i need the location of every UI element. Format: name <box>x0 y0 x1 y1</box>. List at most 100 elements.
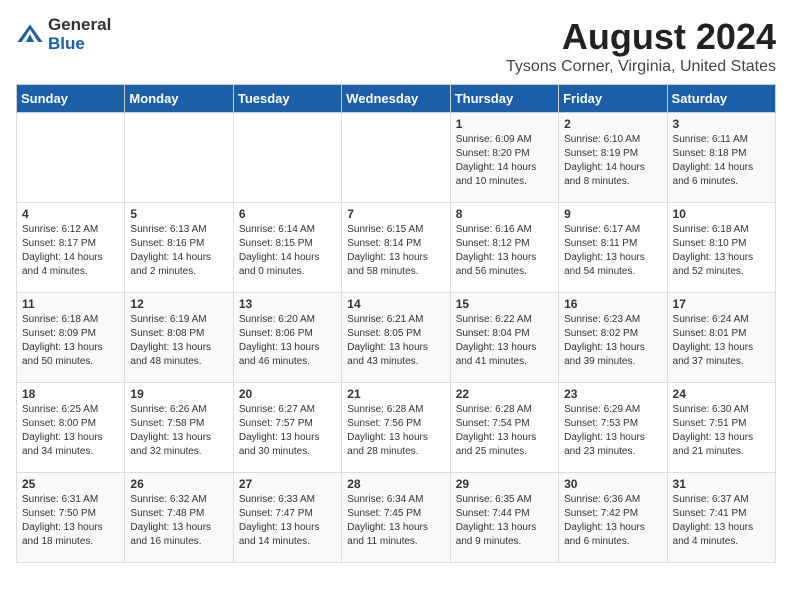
day-number: 8 <box>456 207 553 221</box>
day-number: 25 <box>22 477 119 491</box>
location-text: Tysons Corner, Virginia, United States <box>506 58 776 76</box>
logo: General Blue <box>16 16 111 53</box>
logo-blue: Blue <box>48 35 111 54</box>
day-number: 17 <box>673 297 770 311</box>
calendar-week-5: 25 Sunrise: 6:31 AM Sunset: 7:50 PM Dayli… <box>17 473 776 563</box>
calendar-cell: 27 Sunrise: 6:33 AM Sunset: 7:47 PM Dayli… <box>233 473 341 563</box>
calendar-cell <box>125 113 233 203</box>
day-number: 1 <box>456 117 553 131</box>
calendar-cell: 13Sunrise: 6:20 AM Sunset: 8:06 PM Dayli… <box>233 293 341 383</box>
day-number: 31 <box>673 477 770 491</box>
day-info: Sunrise: 6:36 AM Sunset: 7:42 PM Dayligh… <box>564 493 661 549</box>
day-info: Sunrise: 6:18 AM Sunset: 8:10 PM Dayligh… <box>673 223 770 279</box>
calendar-cell: 17 Sunrise: 6:24 AM Sunset: 8:01 PM Dayli… <box>667 293 775 383</box>
day-info: Sunrise: 6:32 AM Sunset: 7:48 PM Dayligh… <box>130 493 227 549</box>
day-info: Sunrise: 6:30 AM Sunset: 7:51 PM Dayligh… <box>673 403 770 459</box>
day-info: Sunrise: 6:18 AM Sunset: 8:09 PM Dayligh… <box>22 313 119 369</box>
day-info: Sunrise: 6:24 AM Sunset: 8:01 PM Dayligh… <box>673 313 770 369</box>
header-day-saturday: Saturday <box>667 85 775 113</box>
calendar-cell: 1Sunrise: 6:09 AM Sunset: 8:20 PM Daylig… <box>450 113 558 203</box>
day-number: 27 <box>239 477 336 491</box>
day-info: Sunrise: 6:15 AM Sunset: 8:14 PM Dayligh… <box>347 223 444 279</box>
day-info: Sunrise: 6:11 AM Sunset: 8:18 PM Dayligh… <box>673 133 770 189</box>
day-info: Sunrise: 6:28 AM Sunset: 7:54 PM Dayligh… <box>456 403 553 459</box>
day-info: Sunrise: 6:28 AM Sunset: 7:56 PM Dayligh… <box>347 403 444 459</box>
calendar-cell <box>233 113 341 203</box>
day-info: Sunrise: 6:22 AM Sunset: 8:04 PM Dayligh… <box>456 313 553 369</box>
day-info: Sunrise: 6:13 AM Sunset: 8:16 PM Dayligh… <box>130 223 227 279</box>
header-day-tuesday: Tuesday <box>233 85 341 113</box>
header-day-friday: Friday <box>559 85 667 113</box>
day-number: 10 <box>673 207 770 221</box>
day-info: Sunrise: 6:19 AM Sunset: 8:08 PM Dayligh… <box>130 313 227 369</box>
calendar-cell: 24 Sunrise: 6:30 AM Sunset: 7:51 PM Dayli… <box>667 383 775 473</box>
day-info: Sunrise: 6:35 AM Sunset: 7:44 PM Dayligh… <box>456 493 553 549</box>
calendar-cell: 18 Sunrise: 6:25 AM Sunset: 8:00 PM Dayli… <box>17 383 125 473</box>
day-info: Sunrise: 6:37 AM Sunset: 7:41 PM Dayligh… <box>673 493 770 549</box>
header-day-wednesday: Wednesday <box>342 85 450 113</box>
calendar-cell: 10 Sunrise: 6:18 AM Sunset: 8:10 PM Dayli… <box>667 203 775 293</box>
day-info: Sunrise: 6:10 AM Sunset: 8:19 PM Dayligh… <box>564 133 661 189</box>
calendar-header: SundayMondayTuesdayWednesdayThursdayFrid… <box>17 85 776 113</box>
day-info: Sunrise: 6:27 AM Sunset: 7:57 PM Dayligh… <box>239 403 336 459</box>
logo-text: General Blue <box>48 16 111 53</box>
day-number: 26 <box>130 477 227 491</box>
day-number: 3 <box>673 117 770 131</box>
calendar-cell: 12 Sunrise: 6:19 AM Sunset: 8:08 PM Dayli… <box>125 293 233 383</box>
header-row: SundayMondayTuesdayWednesdayThursdayFrid… <box>17 85 776 113</box>
calendar-cell: 6 Sunrise: 6:14 AM Sunset: 8:15 PM Daylig… <box>233 203 341 293</box>
day-number: 7 <box>347 207 444 221</box>
calendar-cell: 11 Sunrise: 6:18 AM Sunset: 8:09 PM Dayli… <box>17 293 125 383</box>
logo-icon <box>16 21 44 49</box>
day-info: Sunrise: 6:23 AM Sunset: 8:02 PM Dayligh… <box>564 313 661 369</box>
day-number: 28 <box>347 477 444 491</box>
calendar-week-3: 11 Sunrise: 6:18 AM Sunset: 8:09 PM Dayli… <box>17 293 776 383</box>
day-info: Sunrise: 6:21 AM Sunset: 8:05 PM Dayligh… <box>347 313 444 369</box>
logo-general: General <box>48 16 111 35</box>
day-number: 21 <box>347 387 444 401</box>
day-info: Sunrise: 6:33 AM Sunset: 7:47 PM Dayligh… <box>239 493 336 549</box>
day-info: Sunrise: 6:12 AM Sunset: 8:17 PM Dayligh… <box>22 223 119 279</box>
day-number: 11 <box>22 297 119 311</box>
calendar-cell <box>342 113 450 203</box>
calendar-cell: 31 Sunrise: 6:37 AM Sunset: 7:41 PM Dayli… <box>667 473 775 563</box>
day-info: Sunrise: 6:16 AM Sunset: 8:12 PM Dayligh… <box>456 223 553 279</box>
calendar-cell: 23Sunrise: 6:29 AM Sunset: 7:53 PM Dayli… <box>559 383 667 473</box>
header-day-sunday: Sunday <box>17 85 125 113</box>
day-info: Sunrise: 6:25 AM Sunset: 8:00 PM Dayligh… <box>22 403 119 459</box>
day-number: 5 <box>130 207 227 221</box>
calendar-table: SundayMondayTuesdayWednesdayThursdayFrid… <box>16 84 776 563</box>
calendar-cell <box>17 113 125 203</box>
calendar-cell: 26 Sunrise: 6:32 AM Sunset: 7:48 PM Dayli… <box>125 473 233 563</box>
day-number: 13 <box>239 297 336 311</box>
calendar-cell: 3 Sunrise: 6:11 AM Sunset: 8:18 PM Daylig… <box>667 113 775 203</box>
day-number: 22 <box>456 387 553 401</box>
day-number: 18 <box>22 387 119 401</box>
calendar-cell: 16Sunrise: 6:23 AM Sunset: 8:02 PM Dayli… <box>559 293 667 383</box>
calendar-week-2: 4 Sunrise: 6:12 AM Sunset: 8:17 PM Daylig… <box>17 203 776 293</box>
day-number: 23 <box>564 387 661 401</box>
calendar-cell: 2 Sunrise: 6:10 AM Sunset: 8:19 PM Daylig… <box>559 113 667 203</box>
calendar-cell: 29 Sunrise: 6:35 AM Sunset: 7:44 PM Dayli… <box>450 473 558 563</box>
calendar-cell: 28 Sunrise: 6:34 AM Sunset: 7:45 PM Dayli… <box>342 473 450 563</box>
calendar-cell: 4 Sunrise: 6:12 AM Sunset: 8:17 PM Daylig… <box>17 203 125 293</box>
day-number: 4 <box>22 207 119 221</box>
day-number: 2 <box>564 117 661 131</box>
calendar-week-4: 18 Sunrise: 6:25 AM Sunset: 8:00 PM Dayli… <box>17 383 776 473</box>
day-info: Sunrise: 6:34 AM Sunset: 7:45 PM Dayligh… <box>347 493 444 549</box>
day-number: 9 <box>564 207 661 221</box>
day-number: 24 <box>673 387 770 401</box>
day-number: 14 <box>347 297 444 311</box>
calendar-week-1: 1Sunrise: 6:09 AM Sunset: 8:20 PM Daylig… <box>17 113 776 203</box>
calendar-cell: 25 Sunrise: 6:31 AM Sunset: 7:50 PM Dayli… <box>17 473 125 563</box>
calendar-body: 1Sunrise: 6:09 AM Sunset: 8:20 PM Daylig… <box>17 113 776 563</box>
day-info: Sunrise: 6:14 AM Sunset: 8:15 PM Dayligh… <box>239 223 336 279</box>
day-number: 30 <box>564 477 661 491</box>
day-number: 6 <box>239 207 336 221</box>
calendar-cell: 22 Sunrise: 6:28 AM Sunset: 7:54 PM Dayli… <box>450 383 558 473</box>
day-number: 12 <box>130 297 227 311</box>
day-info: Sunrise: 6:31 AM Sunset: 7:50 PM Dayligh… <box>22 493 119 549</box>
day-number: 19 <box>130 387 227 401</box>
day-info: Sunrise: 6:17 AM Sunset: 8:11 PM Dayligh… <box>564 223 661 279</box>
day-number: 29 <box>456 477 553 491</box>
